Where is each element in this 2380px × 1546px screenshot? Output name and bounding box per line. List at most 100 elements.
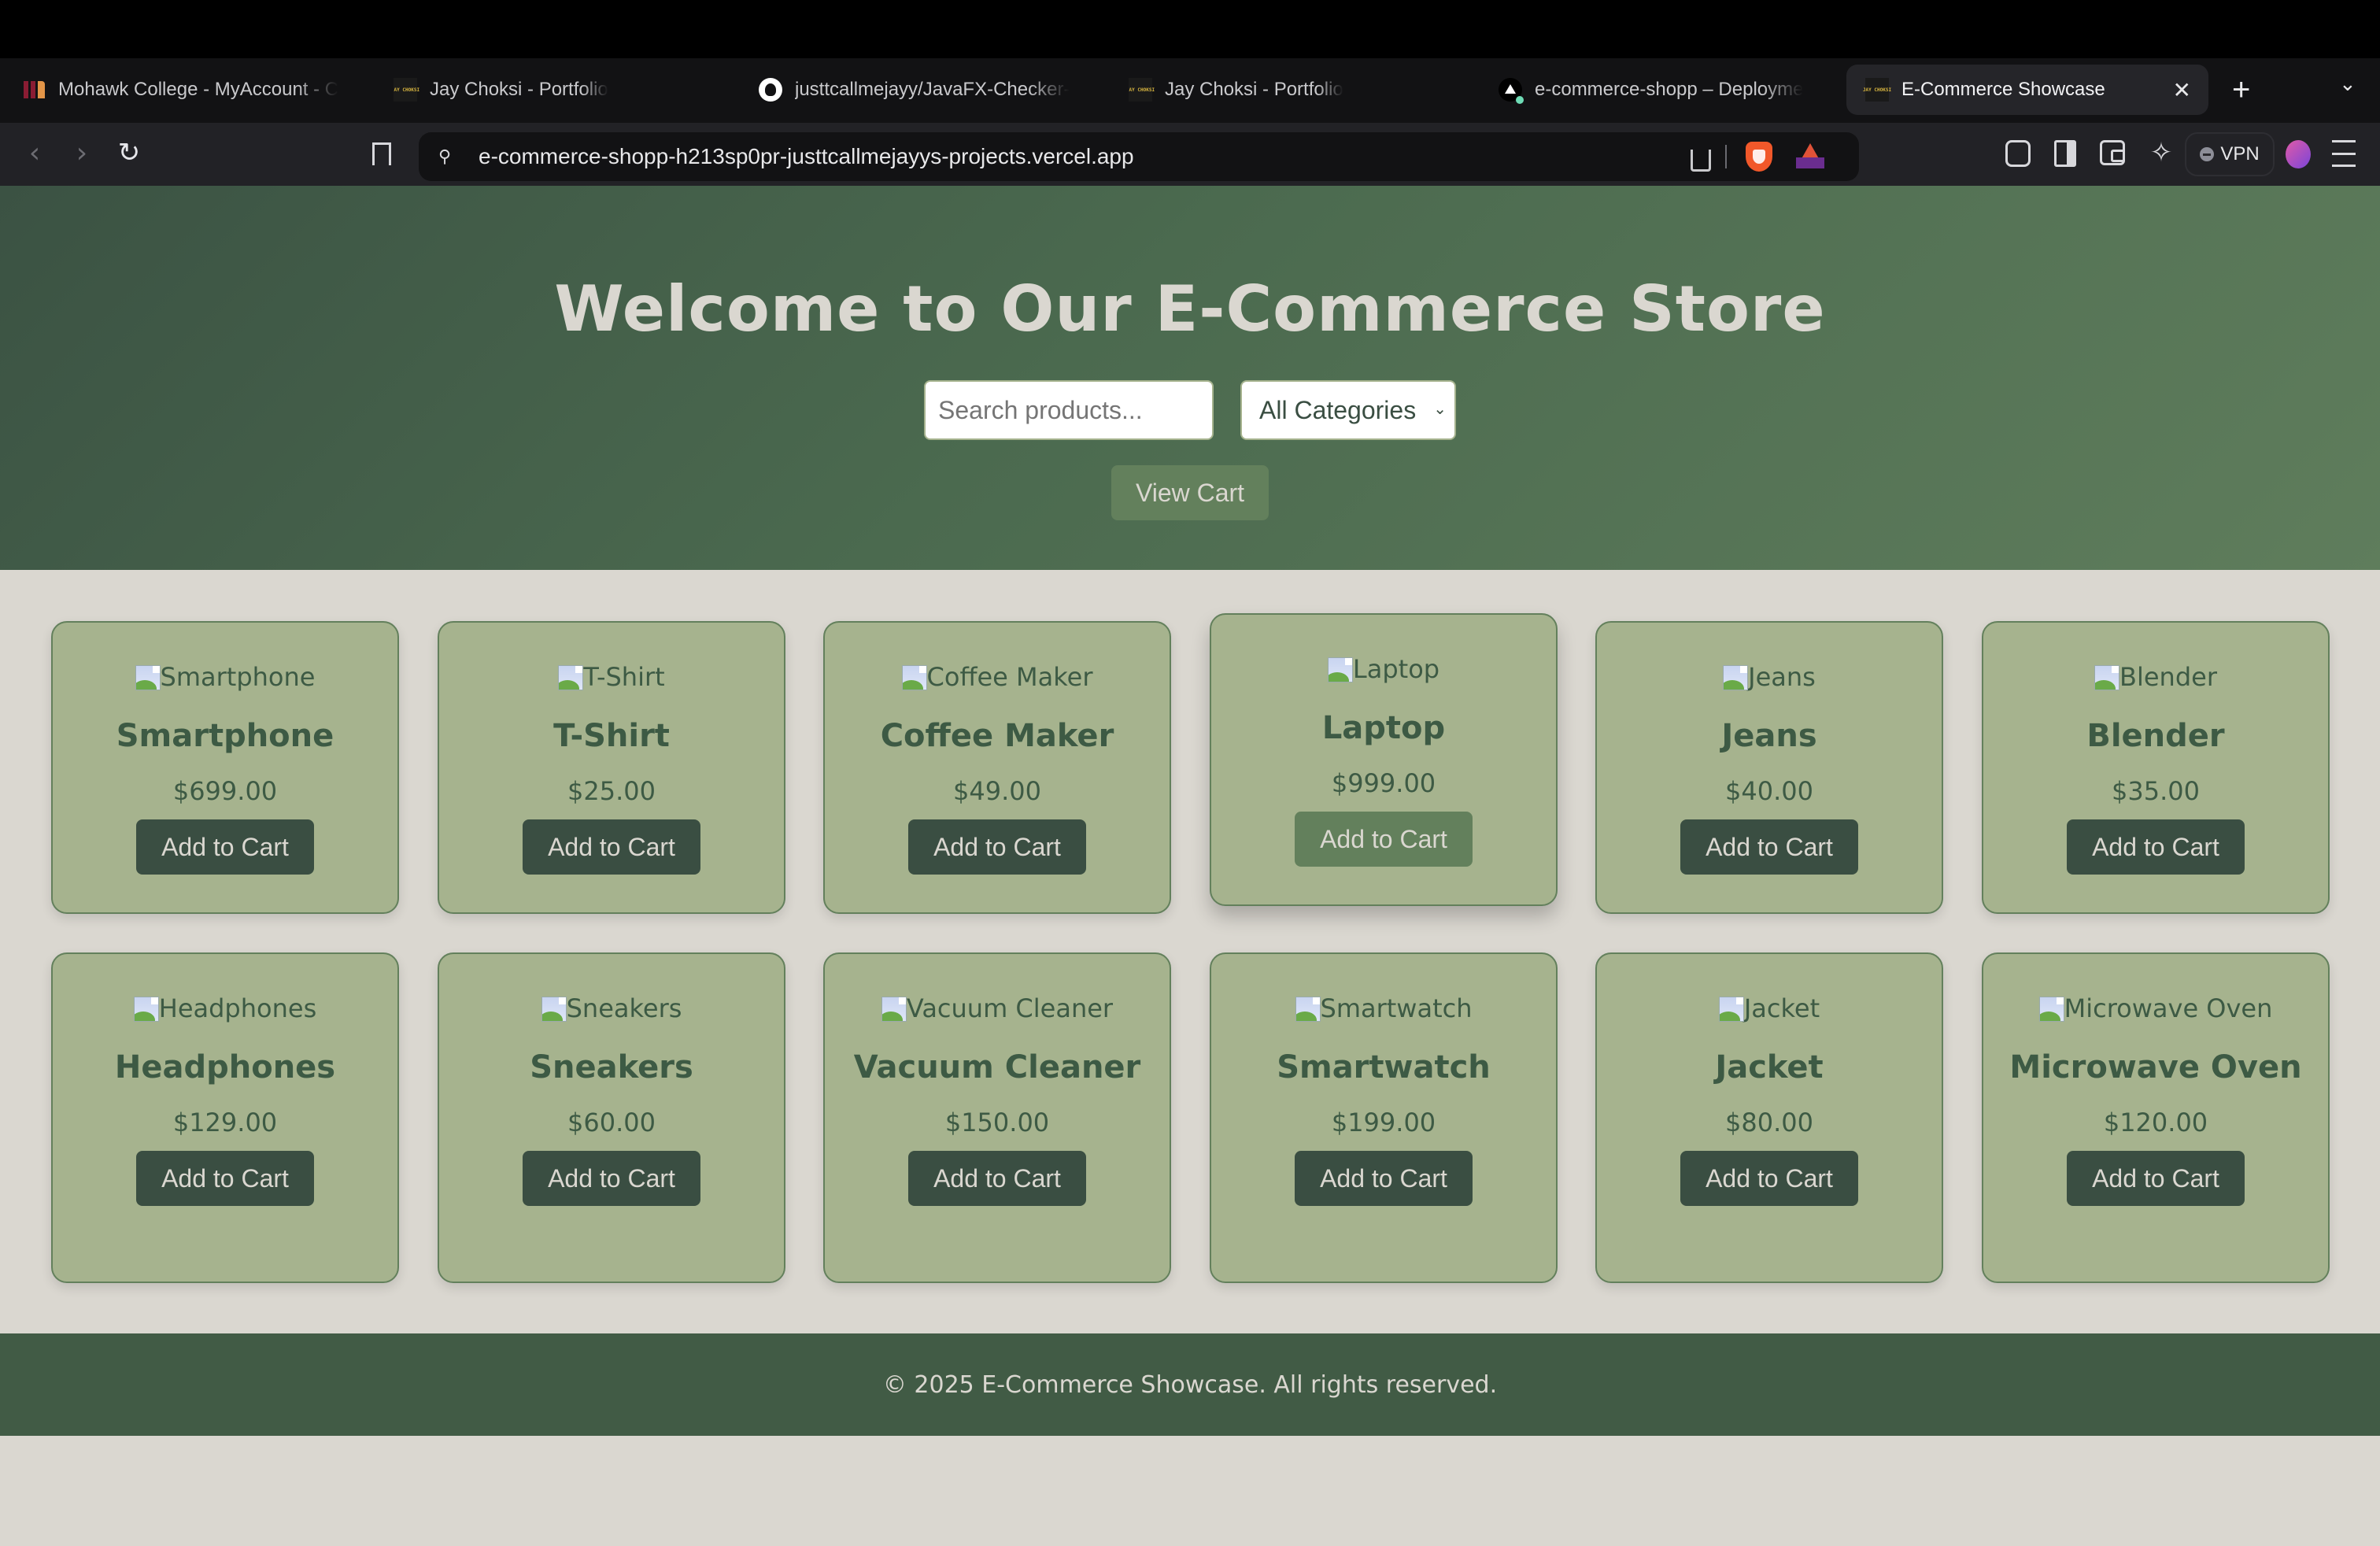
tab-list-chevron-icon[interactable]: ⌄ [2339,72,2356,96]
product-card-jeans: Jeans Jeans $40.00 Add to Cart [1595,621,1943,914]
add-to-cart-button[interactable]: Add to Cart [2067,1151,2245,1206]
tab-title: e-commerce-shopp – Deployme [1535,79,1804,100]
wallet-icon[interactable] [2100,140,2125,165]
address-bar[interactable]: ⚲ e-commerce-shopp-h213sp0pr-justtcallme… [419,132,1859,181]
site-settings-icon[interactable]: ⚲ [433,143,456,170]
hamburger-menu-icon[interactable] [2331,140,2356,167]
product-price: $150.00 [944,1108,1050,1137]
product-name: Smartwatch [1277,1049,1491,1086]
bookmark-icon[interactable] [368,139,395,168]
product-name: Vacuum Cleaner [853,1049,1141,1086]
add-to-cart-button[interactable]: Add to Cart [523,819,700,875]
tab-jay-choksi-portfolio[interactable]: JAY CHOKSI Jay Choksi - Portfolio [394,65,724,115]
product-image: Blender [2094,660,2217,692]
brave-shields-icon[interactable] [1746,142,1772,172]
forward-arrow-icon[interactable]: › [66,137,98,169]
extensions-icon[interactable] [2005,140,2031,167]
add-to-cart-button[interactable]: Add to Cart [1295,1151,1473,1206]
new-tab-button[interactable]: + [2232,69,2250,110]
category-select[interactable]: All Categories ⌄ [1240,380,1456,440]
add-to-cart-button[interactable]: Add to Cart [1680,1151,1858,1206]
back-arrow-icon[interactable]: ‹ [19,137,50,169]
leo-ai-icon[interactable]: ✧ [2147,135,2175,170]
product-card-coffee-maker: Coffee Maker Coffee Maker $49.00 Add to … [823,621,1171,914]
product-image: Sneakers [541,992,682,1023]
copyright-text: © 2025 E-Commerce Showcase. All rights r… [882,1370,1498,1399]
profile-avatar[interactable] [2286,140,2311,168]
product-price: $49.00 [953,776,1041,806]
tab-title: Mohawk College - MyAccount - C [58,79,339,100]
brave-rewards-icon[interactable] [1796,143,1824,168]
broken-image-icon [1327,657,1353,682]
add-to-cart-button[interactable]: Add to Cart [136,819,314,875]
product-price: $120.00 [2103,1108,2208,1137]
product-name: Headphones [114,1049,336,1086]
jay-choksi-icon: JAY CHOKSI [394,78,419,102]
add-to-cart-button[interactable]: Add to Cart [523,1151,700,1206]
vpn-label: VPN [2220,143,2260,165]
tab-github-javafx-checker[interactable]: justtcallmejayy/JavaFX-Checker- [759,65,1089,115]
product-price: $25.00 [567,776,656,806]
github-icon [759,78,782,102]
tab-strip: Mohawk College - MyAccount - C JAY CHOKS… [0,58,2380,162]
product-price: $199.00 [1331,1108,1436,1137]
store-header: Welcome to Our E-Commerce Store All Cate… [0,186,2380,570]
broken-image-icon [2038,997,2064,1022]
product-image: T-Shirt [558,660,665,692]
tab-mohawk-college[interactable]: Mohawk College - MyAccount - C [22,65,362,115]
product-image-alt: Smartwatch [1320,993,1473,1023]
add-to-cart-button[interactable]: Add to Cart [908,1151,1086,1206]
page-title: Welcome to Our E-Commerce Store [554,272,1826,346]
tab-ecommerce-showcase[interactable]: JAY CHOKSI E-Commerce Showcase ✕ [1846,65,2208,115]
product-card-blender: Blender Blender $35.00 Add to Cart [1982,621,2330,914]
vpn-status-icon [2200,147,2215,161]
sidebar-toggle-icon[interactable] [2054,140,2076,167]
product-image-alt: Coffee Maker [926,662,1093,692]
divider [1725,145,1727,168]
product-image: Vacuum Cleaner [881,992,1113,1023]
broken-image-icon [1295,997,1321,1022]
close-tab-icon[interactable]: ✕ [2173,77,2191,103]
product-card-headphones: Headphones Headphones $129.00 Add to Car… [51,952,399,1283]
product-image: Microwave Oven [2038,992,2272,1023]
tab-jay-choksi-portfolio-2[interactable]: JAY CHOKSI Jay Choksi - Portfolio [1129,65,1459,115]
search-input[interactable] [924,380,1214,440]
product-image-alt: Sneakers [566,993,682,1023]
chevron-down-icon: ⌄ [1433,401,1447,418]
product-price: $999.00 [1331,768,1436,798]
product-name: Laptop [1321,710,1446,746]
add-to-cart-button[interactable]: Add to Cart [1680,819,1858,875]
product-image-alt: T-Shirt [583,662,665,692]
add-to-cart-button[interactable]: Add to Cart [2067,819,2245,875]
vpn-button[interactable]: VPN [2185,132,2275,176]
product-image-alt: Laptop [1352,654,1440,684]
url-text[interactable]: e-commerce-shopp-h213sp0pr-justtcallmeja… [479,132,1134,181]
product-card-microwave-oven: Microwave Oven Microwave Oven $120.00 Ad… [1982,952,2330,1283]
jay-choksi-icon: JAY CHOKSI [1129,78,1155,102]
product-name: Microwave Oven [2009,1049,2302,1086]
add-to-cart-button[interactable]: Add to Cart [908,819,1086,875]
add-to-cart-button[interactable]: Add to Cart [136,1151,314,1206]
add-to-cart-button[interactable]: Add to Cart [1295,812,1473,867]
product-name: Sneakers [530,1049,693,1086]
broken-image-icon [1718,997,1744,1022]
product-price: $129.00 [172,1108,278,1137]
share-icon[interactable] [1691,150,1711,172]
product-card-vacuum-cleaner: Vacuum Cleaner Vacuum Cleaner $150.00 Ad… [823,952,1171,1283]
tab-vercel-deployment[interactable]: e-commerce-shopp – Deployme [1499,65,1829,115]
product-card-smartphone: Smartphone Smartphone $699.00 Add to Car… [51,621,399,914]
reload-icon[interactable]: ↻ [113,137,145,168]
product-name: Coffee Maker [880,718,1114,754]
product-price: $60.00 [567,1108,656,1137]
vercel-icon [1499,78,1524,104]
tab-title: Jay Choksi - Portfolio [430,79,608,100]
product-image: Smartwatch [1295,992,1473,1023]
category-selected-value: All Categories [1259,395,1417,424]
os-menu-bar [0,0,2380,58]
product-image-alt: Blender [2119,662,2217,692]
view-cart-button[interactable]: View Cart [1111,465,1269,520]
product-card-t-shirt: T-Shirt T-Shirt $25.00 Add to Cart [438,621,785,914]
tab-title: Jay Choksi - Portfolio [1165,79,1343,100]
product-price: $40.00 [1725,776,1813,806]
tab-title: E-Commerce Showcase [1901,79,2105,100]
